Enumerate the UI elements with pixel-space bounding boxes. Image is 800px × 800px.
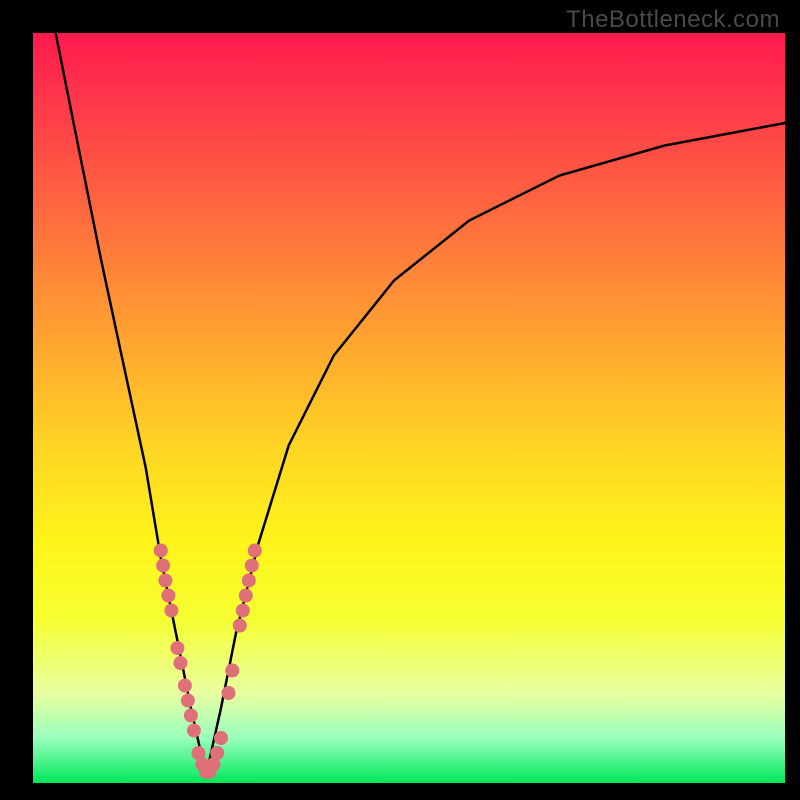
marker-dot [225,664,239,678]
marker-dot [184,709,198,723]
watermark-text: TheBottleneck.com [566,6,780,34]
marker-dot [181,694,195,708]
marker-dot [245,559,259,573]
marker-dot [236,604,250,618]
marker-dot [156,559,170,573]
marker-dot [187,724,201,738]
marker-dot [248,544,262,558]
marker-dot [154,544,168,558]
marker-dot [164,604,178,618]
curve-overlay [33,33,785,783]
marker-dot [222,686,236,700]
marker-dot [210,746,224,760]
marker-dot [178,679,192,693]
chart-frame: TheBottleneck.com [0,0,800,800]
marker-dot [233,619,247,633]
marker-dot [242,574,256,588]
marker-dot [214,731,228,745]
marker-dot [161,589,175,603]
marker-dot [170,641,184,655]
series-right-branch [206,123,785,776]
marker-dot [158,574,172,588]
marker-dot [173,656,187,670]
marker-dot [239,589,253,603]
